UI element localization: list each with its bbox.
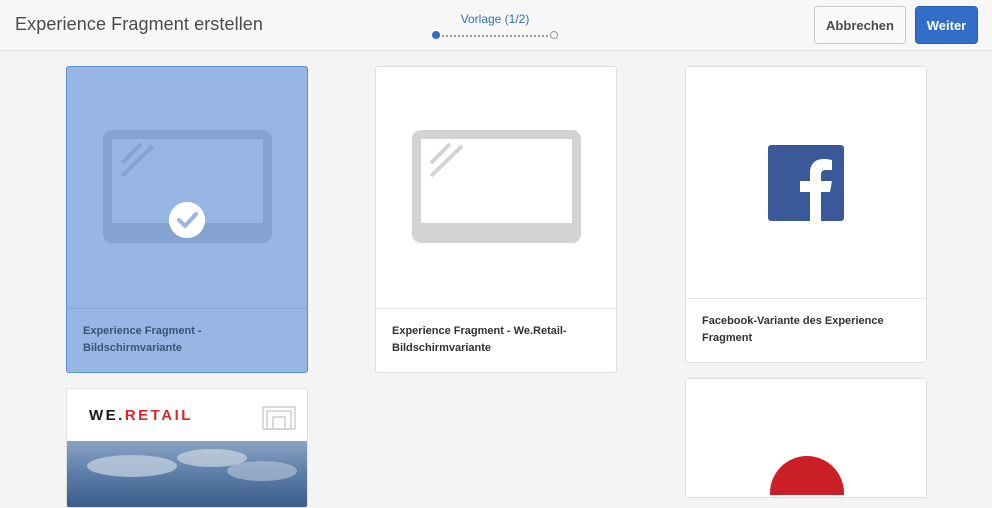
facebook-icon (768, 145, 844, 221)
step-progress-line (438, 35, 552, 37)
we-retail-hero-image (67, 441, 307, 507)
card-thumbnail (686, 67, 926, 299)
step-1-indicator (432, 31, 440, 39)
header-bar: Experience Fragment erstellen Vorlage (1… (0, 0, 992, 51)
page-title: Experience Fragment erstellen (15, 14, 264, 34)
screen-icon (103, 130, 272, 243)
template-card-we-retail[interactable]: WE.RETAIL (66, 388, 308, 508)
card-title: Experience Fragment - Bildschirmvariante (83, 325, 202, 354)
next-button[interactable]: Weiter (915, 6, 978, 44)
card-thumbnail (376, 67, 616, 309)
screen-icon (412, 130, 581, 243)
template-card-we-retail-screen-variant[interactable]: Experience Fragment - We.Retail-Bildschi… (375, 66, 617, 373)
card-thumbnail (67, 67, 307, 309)
cancel-button[interactable]: Abbrechen (814, 6, 906, 44)
wizard-stepper: Vorlage (1/2) (430, 10, 560, 40)
card-title: Experience Fragment - We.Retail-Bildschi… (392, 325, 567, 354)
step-2-indicator (550, 31, 558, 39)
selected-check-icon (169, 202, 205, 238)
pinterest-icon (770, 456, 844, 495)
template-card-facebook-variant[interactable]: Facebook-Variante des Experience Fragmen… (685, 66, 927, 363)
template-card-screen-variant[interactable]: Experience Fragment - Bildschirmvariante (66, 66, 308, 373)
template-card-pinterest-variant[interactable] (685, 378, 927, 498)
step-label: Vorlage (1/2) (460, 12, 530, 26)
store-icon (262, 406, 296, 430)
card-title: Facebook-Variante des Experience Fragmen… (702, 315, 884, 344)
we-retail-logo: WE.RETAIL (89, 407, 193, 424)
